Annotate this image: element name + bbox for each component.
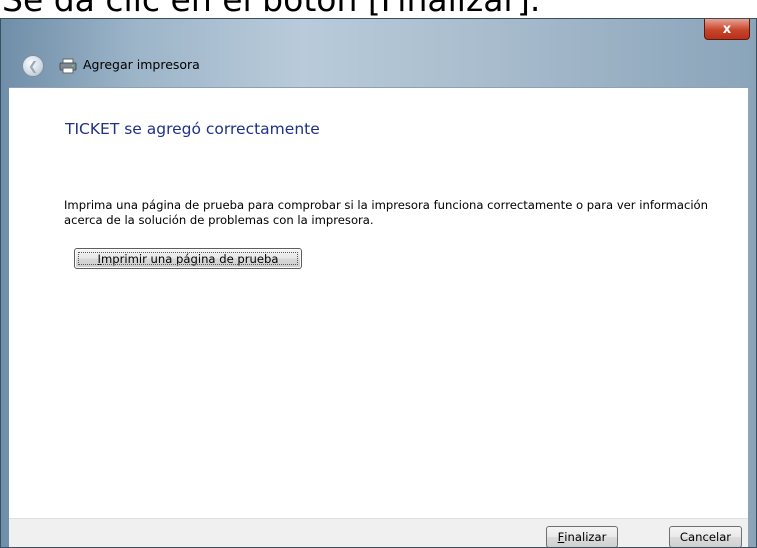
finish-button[interactable]: Finalizar: [546, 526, 618, 547]
description-text: Imprima una página de prueba para compro…: [64, 198, 709, 227]
wizard-footer: Finalizar Cancelar: [9, 518, 748, 547]
page-heading: TICKET se agregó correctamente: [65, 120, 320, 138]
cancel-button[interactable]: Cancelar: [669, 526, 742, 547]
print-test-page-button[interactable]: Imprimir una página de prueba: [74, 248, 302, 269]
back-arrow-icon[interactable]: ❮: [22, 55, 44, 77]
close-button[interactable]: x: [704, 19, 750, 40]
titlebar: x: [1, 19, 756, 47]
finish-accelerator: F: [557, 530, 565, 544]
add-printer-window: x ❮ Agregar impresora TICKET se agregó c…: [0, 18, 757, 548]
printer-icon: [59, 58, 77, 74]
finish-label: inalizar: [564, 530, 607, 544]
wizard-title: Agregar impresora: [83, 57, 200, 72]
wizard-navbar: ❮ Agregar impresora: [1, 49, 756, 85]
wizard-content: TICKET se agregó correctamente Imprima u…: [9, 87, 748, 519]
test-page-label: mprimir una página de prueba: [100, 251, 279, 266]
